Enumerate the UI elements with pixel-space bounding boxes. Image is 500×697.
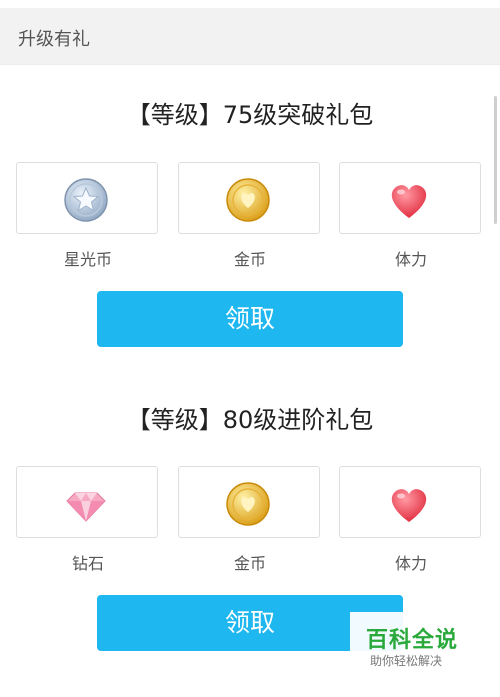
page-title: 升级有礼: [18, 29, 90, 50]
reward-card-diamond: [16, 466, 158, 538]
reward-card-stamina: [339, 466, 481, 538]
star-coin-icon: [64, 178, 108, 222]
diamond-icon: [66, 492, 106, 522]
reward-label: 金币: [233, 250, 266, 269]
gold-coin-icon: [226, 178, 270, 222]
gold-coin-icon: [226, 482, 270, 526]
claim-button[interactable]: 领取: [97, 291, 403, 347]
watermark-logo: 百科全说 助你轻松解决: [350, 612, 462, 674]
reward-card-gold-coin: [178, 466, 320, 538]
reward-card-gold-coin: [178, 162, 320, 234]
watermark-subtitle: 助你轻松解决: [370, 654, 443, 668]
reward-label: 金币: [233, 554, 266, 573]
header-bar: 升级有礼: [0, 8, 500, 65]
reward-label: 体力: [394, 554, 427, 573]
reward-label: 体力: [394, 250, 427, 269]
watermark-title: 百科全说: [366, 628, 459, 653]
reward-label: 星光币: [63, 250, 112, 269]
package-title: 【等级】75级突破礼包: [126, 101, 374, 129]
package-title: 【等级】80级进阶礼包: [126, 406, 374, 434]
heart-icon: [391, 489, 427, 522]
reward-card-stamina: [339, 162, 481, 234]
reward-label: 钻石: [71, 554, 104, 573]
heart-icon: [391, 185, 427, 218]
reward-card-star-coin: [16, 162, 158, 234]
